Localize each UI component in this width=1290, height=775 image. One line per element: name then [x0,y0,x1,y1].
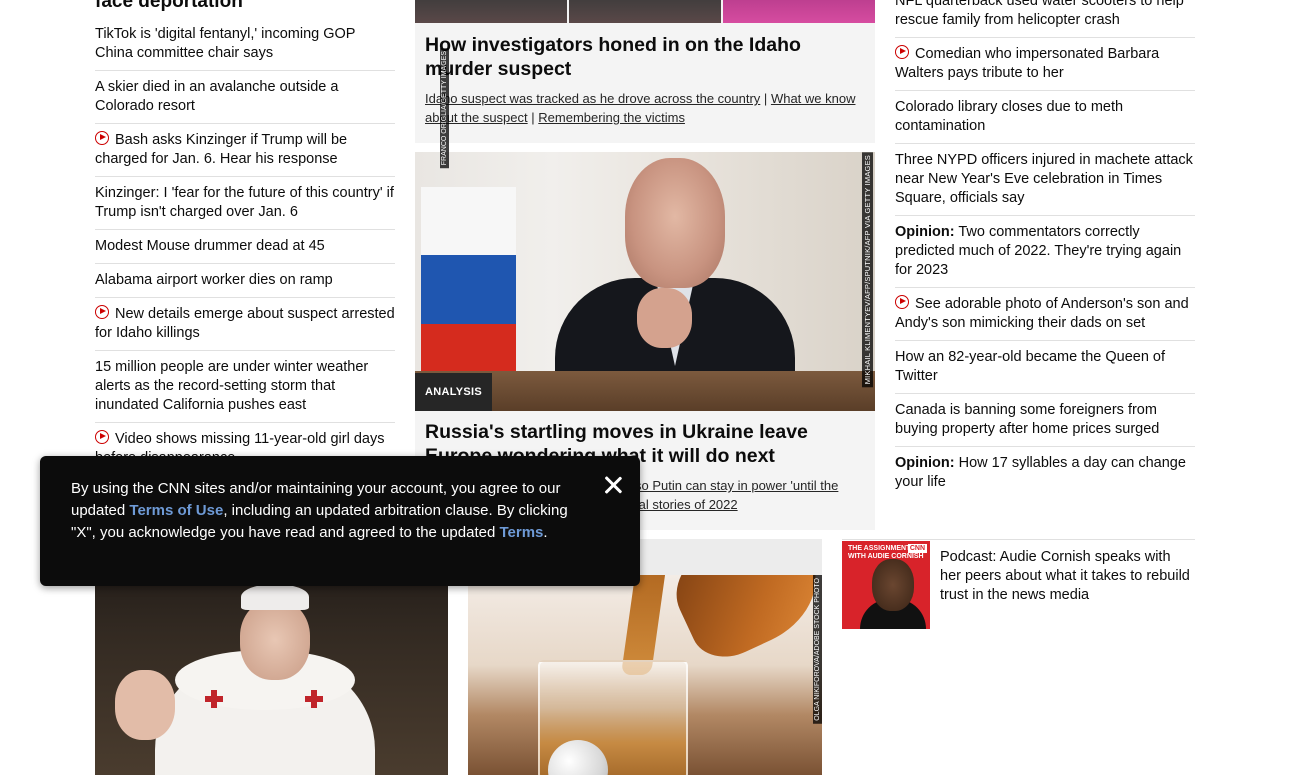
story-image[interactable]: MIKHAIL KLIMENTYEV/AFP/SPUTNIK/AFP VIA G… [415,152,875,411]
headline-link[interactable]: New details emerge about suspect arreste… [95,298,395,351]
headline-text: Bash asks Kinzinger if Trump will be cha… [95,132,348,167]
headline-link[interactable]: How an 82-year-old became the Queen of T… [895,341,1195,394]
idaho-story-card[interactable]: How investigators honed in on the Idaho … [415,0,875,143]
photo-credit: MIKHAIL KLIMENTYEV/AFP/SPUTNIK/AFP VIA G… [862,152,873,388]
headline-link[interactable]: See adorable photo of Anderson's son and… [895,288,1195,341]
headline-text: Kinzinger: I 'fear for the future of thi… [95,185,394,220]
podcast-title[interactable]: Podcast: Audie Cornish speaks with her p… [940,541,1195,629]
headline-link[interactable]: Opinion: Two commentators correctly pred… [895,216,1195,288]
headline-link[interactable]: Alabama airport worker dies on ramp [95,264,395,298]
related-link[interactable]: so Putin can stay in power 'until the [635,478,838,493]
related-link[interactable]: Remembering the victims [538,110,685,125]
headline-text: Alabama airport worker dies on ramp [95,272,333,288]
headline-link[interactable]: A skier died in an avalanche outside a C… [95,71,395,124]
headline-text: Colorado library closes due to meth cont… [895,99,1124,134]
headline-link[interactable]: Canada is banning some foreigners from b… [895,394,1195,447]
headline-text: face deportation [95,0,243,12]
right-headline-list: NFL quarterback used water scooters to h… [895,0,1195,499]
headline-text: 15 million people are under winter weath… [95,359,369,413]
headline-text: Canada is banning some foreigners from b… [895,402,1160,437]
related-link[interactable]: Idaho suspect was tracked as he drove ac… [425,91,760,106]
headline-link[interactable]: Bash asks Kinzinger if Trump will be cha… [95,124,395,177]
headline-link[interactable]: Opinion: How 17 syllables a day can chan… [895,447,1195,499]
consent-text: . [543,524,548,541]
headline-link[interactable]: face deportation [95,0,395,18]
podcast-thumbnail[interactable]: THE ASSIGNMENT WITH AUDIE CORNISH CNN [842,541,930,629]
analysis-badge: ANALYSIS [415,373,493,411]
video-play-icon [895,45,909,59]
headline-text: Comedian who impersonated Barbara Walter… [895,46,1160,81]
headline-link[interactable]: NFL quarterback used water scooters to h… [895,0,1195,38]
video-play-icon [95,305,109,319]
headline-link[interactable]: TikTok is 'digital fentanyl,' incoming G… [95,18,395,71]
photo-credit: OLGA NIKIFOROVA/ADOBE STOCK PHOTO [813,575,822,724]
close-icon[interactable] [602,474,624,496]
headline-text: See adorable photo of Anderson's son and… [895,296,1189,331]
opinion-label: Opinion: [895,455,955,471]
headline-link[interactable]: Colorado library closes due to meth cont… [895,91,1195,144]
video-play-icon [95,131,109,145]
related-link[interactable]: tal stories of 2022 [635,497,738,512]
terms-link[interactable]: Terms [499,524,543,541]
link-separator: | [531,110,535,125]
left-headline-list: face deportation TikTok is 'digital fent… [95,0,395,476]
opinion-label: Opinion: [895,224,955,240]
video-play-icon [895,295,909,309]
headline-text: Modest Mouse drummer dead at 45 [95,238,325,254]
russian-flag [421,187,516,392]
terms-consent-banner: By using the CNN sites and/or maintainin… [40,456,640,586]
link-separator: | [763,91,768,106]
headline-link[interactable]: Comedian who impersonated Barbara Walter… [895,38,1195,91]
headline-link[interactable]: Three NYPD officers injured in machete a… [895,144,1195,216]
headline-text: TikTok is 'digital fentanyl,' incoming G… [95,26,356,61]
photo-credit: FRANCO ORIGLIA/GETTY IMAGES [440,48,449,169]
story-image[interactable] [415,0,875,23]
podcast-promo[interactable]: THE ASSIGNMENT WITH AUDIE CORNISH CNN Po… [842,539,1195,629]
headline-text: How an 82-year-old became the Queen of T… [895,349,1166,384]
headline-text: New details emerge about suspect arreste… [95,306,395,341]
story-title[interactable]: How investigators honed in on the Idaho … [425,33,865,81]
related-links: Idaho suspect was tracked as he drove ac… [425,89,865,127]
headline-text: Three NYPD officers injured in machete a… [895,152,1193,206]
headline-link[interactable]: Modest Mouse drummer dead at 45 [95,230,395,264]
headline-text: A skier died in an avalanche outside a C… [95,79,339,114]
cnn-logo: CNN [907,544,927,553]
terms-of-use-link[interactable]: Terms of Use [129,502,223,519]
headline-link[interactable]: 15 million people are under winter weath… [95,351,395,423]
video-play-icon [95,430,109,444]
headline-text: NFL quarterback used water scooters to h… [895,0,1184,28]
middle-feature-column: How investigators honed in on the Idaho … [415,0,875,530]
headline-link[interactable]: Kinzinger: I 'fear for the future of thi… [95,177,395,230]
